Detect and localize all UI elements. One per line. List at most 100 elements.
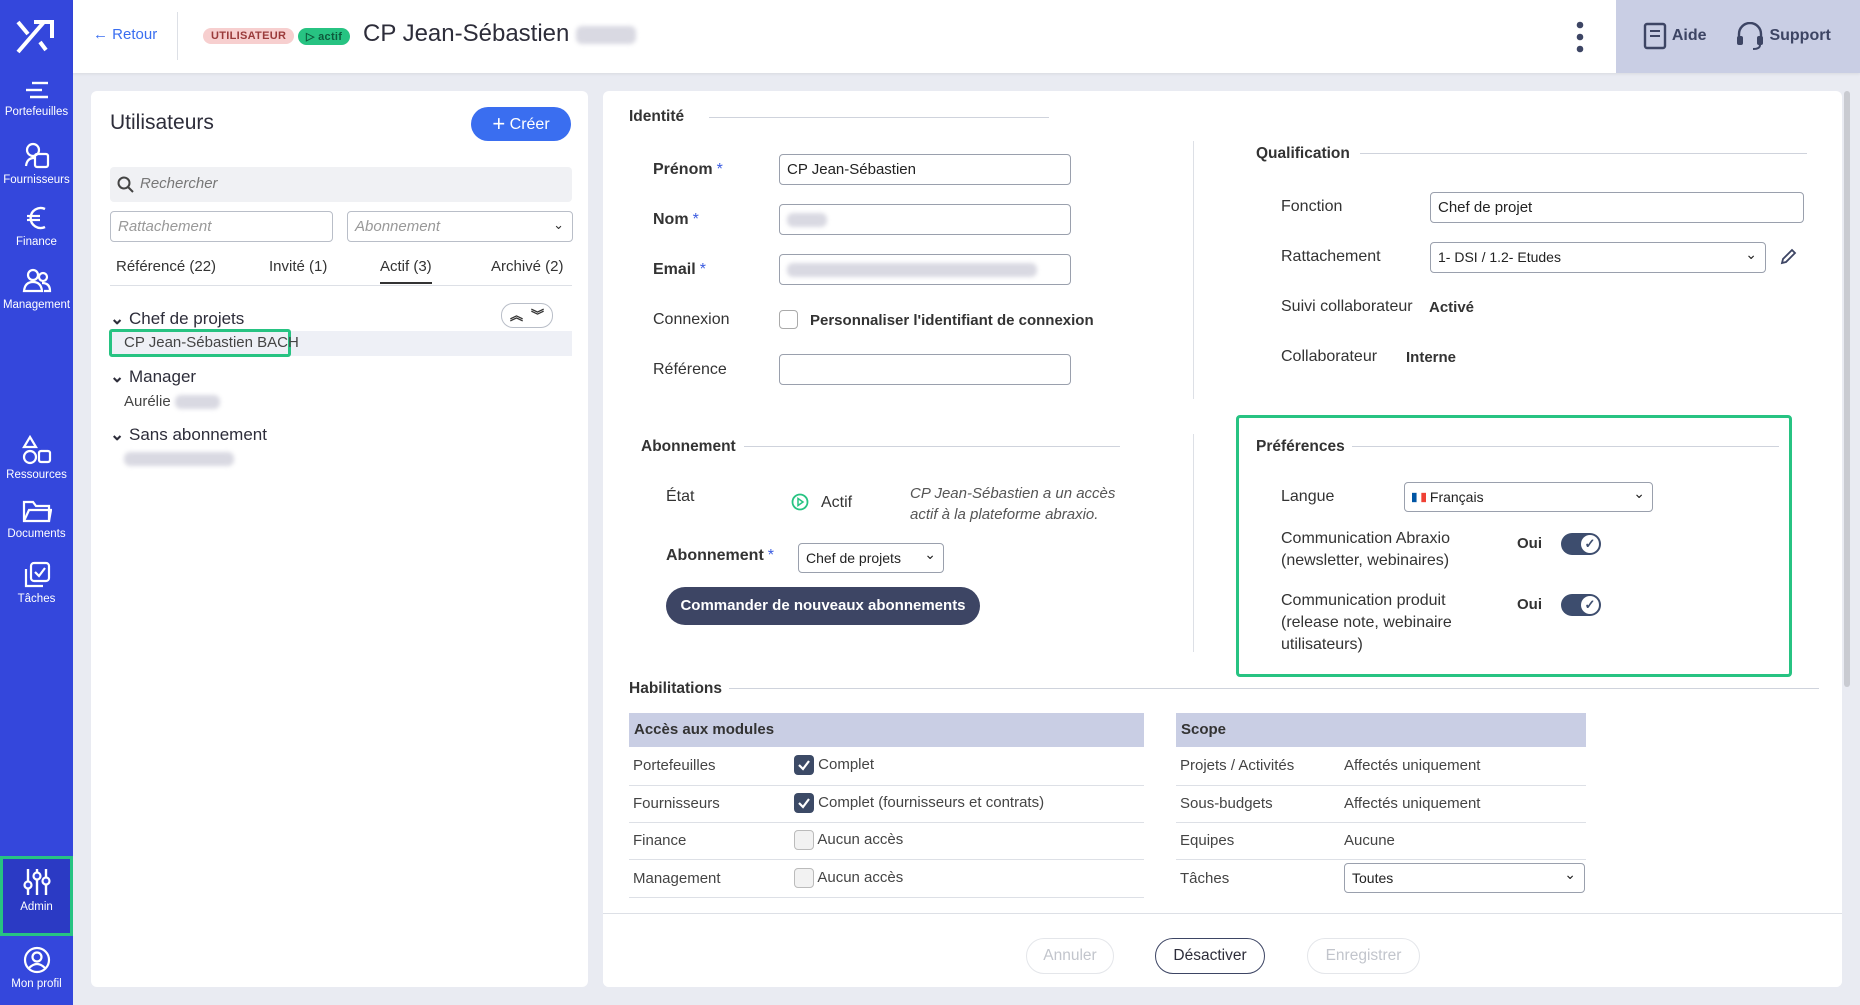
sidebar: Portefeuilles Fournisseurs Finance Manag… xyxy=(0,0,73,1005)
create-button[interactable]: + Créer xyxy=(471,107,571,141)
module-access[interactable]: Aucun accès xyxy=(794,868,903,888)
preferences-section-title: Préférences xyxy=(1256,438,1345,455)
more-menu-icon[interactable] xyxy=(1575,20,1585,54)
edit-pencil-icon[interactable] xyxy=(1780,248,1797,265)
collaborateur-label: Collaborateur xyxy=(1281,348,1378,365)
collaborateur-value: Interne xyxy=(1406,349,1457,366)
user-tag: UTILISATEUR xyxy=(203,28,295,44)
list-item[interactable]: CP Jean-Sébastien BACH xyxy=(124,334,299,351)
reference-field[interactable] xyxy=(779,354,1071,385)
scrollbar[interactable] xyxy=(1844,91,1850,687)
arrow-left-icon: ← xyxy=(93,26,108,43)
group-manager[interactable]: ⌄ Manager xyxy=(110,367,196,387)
tab-invited[interactable]: Invité (1) xyxy=(269,258,327,275)
collapse-all-icon[interactable]: ︽ xyxy=(510,305,523,324)
chevron-down-icon: ⌄ xyxy=(110,367,125,386)
abonnement-filter[interactable]: Abonnement ⌄ xyxy=(347,211,573,242)
abonnement-section-title: Abonnement xyxy=(641,438,736,455)
nom-label: Nom * xyxy=(653,211,699,228)
nav-label: Admin xyxy=(20,901,53,913)
nom-field[interactable] xyxy=(779,204,1071,235)
chevron-down-icon: ⌄ xyxy=(1745,246,1757,262)
sliders-icon xyxy=(22,869,51,895)
scope-value: Affectés uniquement xyxy=(1344,795,1481,812)
euro-icon xyxy=(26,206,46,230)
fonction-label: Fonction xyxy=(1281,198,1343,215)
identity-section-title: Identité xyxy=(629,108,685,125)
checkbox-checked-icon[interactable] xyxy=(794,755,814,775)
prenom-label: Prénom * xyxy=(653,161,723,178)
list-item[interactable]: Aurélie xyxy=(124,393,220,410)
cancel-button[interactable]: Annuler xyxy=(1026,938,1114,974)
comm-produit-toggle[interactable] xyxy=(1561,594,1601,616)
chevron-down-icon: ⌄ xyxy=(553,217,564,232)
list-item[interactable] xyxy=(124,450,234,468)
langue-select[interactable]: Français ⌄ xyxy=(1404,482,1653,512)
nav-mon-profil[interactable]: Mon profil xyxy=(0,936,73,1005)
qualification-section-title: Qualification xyxy=(1256,145,1350,162)
checkbox-unchecked-icon[interactable] xyxy=(794,830,814,850)
email-label: Email * xyxy=(653,261,706,278)
help-button[interactable]: Aide xyxy=(1642,22,1707,50)
save-button[interactable]: Enregistrer xyxy=(1307,938,1420,974)
comm-produit-label: Communication produit (release note, web… xyxy=(1281,592,1452,653)
comm-produit-value: Oui xyxy=(1517,596,1542,613)
chevron-down-icon: ⌄ xyxy=(110,309,125,328)
search-placeholder: Rechercher xyxy=(140,175,218,192)
module-access[interactable]: Complet (fournisseurs et contrats) xyxy=(794,793,1044,813)
back-label: Retour xyxy=(112,26,158,43)
expand-collapse-buttons[interactable]: ︽ ︾ xyxy=(501,303,553,328)
module-access[interactable]: Complet xyxy=(794,755,874,775)
rattachement-filter[interactable]: Rattachement xyxy=(110,211,333,242)
back-link[interactable]: ← Retour xyxy=(93,26,157,43)
module-access[interactable]: Aucun accès xyxy=(794,830,903,850)
france-flag-icon xyxy=(1412,492,1426,503)
expand-all-icon[interactable]: ︾ xyxy=(531,305,544,324)
module-name: Finance xyxy=(633,832,687,849)
status-badge: ▷ actif xyxy=(298,28,351,45)
nav-label: Mon profil xyxy=(11,978,62,990)
nav-label: Fournisseurs xyxy=(3,174,70,186)
tab-referenced[interactable]: Référencé (22) xyxy=(116,258,216,275)
nav-management[interactable]: Management xyxy=(0,257,73,331)
header-divider xyxy=(177,12,178,60)
taches-scope-select[interactable]: Toutes ⌄ xyxy=(1344,863,1585,893)
group-chef-de-projets[interactable]: ⌄ Chef de projets xyxy=(110,309,244,329)
help-area: Aide Support xyxy=(1616,0,1860,73)
connexion-checkbox[interactable] xyxy=(779,310,798,329)
deactivate-button[interactable]: Désactiver xyxy=(1155,938,1265,974)
plus-icon: + xyxy=(492,111,506,136)
langue-label: Langue xyxy=(1281,488,1335,505)
user-circle-icon xyxy=(23,946,50,974)
nav-label: Portefeuilles xyxy=(4,106,69,118)
etat-label: État xyxy=(666,488,695,505)
support-button[interactable]: Support xyxy=(1735,21,1831,50)
checkbox-unchecked-icon[interactable] xyxy=(794,868,814,888)
abraxio-logo[interactable] xyxy=(14,16,58,56)
scope-name: Sous-budgets xyxy=(1180,795,1273,812)
scope-name: Projets / Activités xyxy=(1180,757,1295,774)
nav-taches[interactable]: Tâches xyxy=(0,551,73,625)
nav-label: Finance xyxy=(16,236,57,248)
etat-value: Actif xyxy=(821,494,853,511)
habilitations-section-title: Habilitations xyxy=(629,680,723,697)
module-name: Fournisseurs xyxy=(633,795,720,812)
group-sans-abonnement[interactable]: ⌄ Sans abonnement xyxy=(110,425,267,445)
tab-active[interactable]: Actif (3) xyxy=(380,258,432,284)
fonction-field[interactable]: Chef de projet xyxy=(1430,192,1804,223)
scope-value: Aucune xyxy=(1344,832,1395,849)
prenom-field[interactable]: CP Jean-Sébastien xyxy=(779,154,1071,185)
nav-label: Management xyxy=(2,299,71,311)
module-name: Portefeuilles xyxy=(633,757,716,774)
email-field[interactable] xyxy=(779,254,1071,285)
search-input[interactable]: Rechercher xyxy=(110,167,572,202)
rattachement-select[interactable]: 1- DSI / 1.2- Etudes ⌄ xyxy=(1430,242,1766,273)
checkbox-checked-icon[interactable] xyxy=(794,793,814,813)
portfolio-icon xyxy=(25,81,48,99)
abonnement-select[interactable]: Chef de projets ⌄ xyxy=(798,543,944,573)
comm-abraxio-toggle[interactable] xyxy=(1561,533,1601,555)
nav-admin[interactable]: Admin xyxy=(0,856,73,936)
nav-label: Ressources xyxy=(6,469,67,481)
order-subscriptions-button[interactable]: Commander de nouveaux abonnements xyxy=(666,587,980,625)
tab-archived[interactable]: Archivé (2) xyxy=(491,258,564,275)
